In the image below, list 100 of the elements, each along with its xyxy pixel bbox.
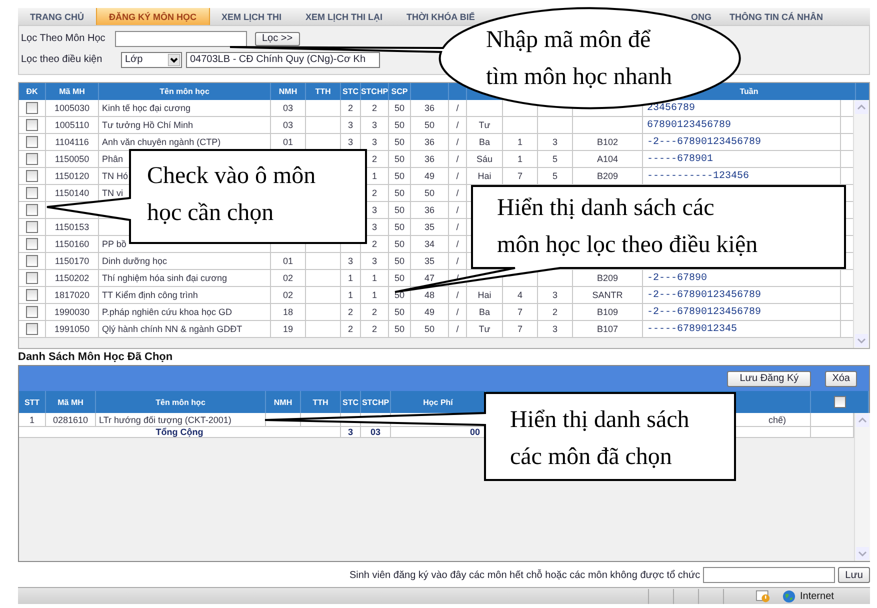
select-all-checkbox[interactable] [834, 396, 846, 408]
save-registration-button[interactable]: Lưu Đăng Ký [727, 370, 812, 386]
table-cell: 5 [538, 168, 573, 184]
checkbox[interactable] [26, 136, 38, 148]
table-cell: 34 [411, 236, 449, 252]
table-cell: 1 [503, 134, 538, 150]
checkbox[interactable] [26, 289, 38, 301]
table-cell: Ba [467, 304, 503, 320]
checkbox[interactable] [26, 187, 38, 199]
table-cell: 67890123456789 [643, 117, 841, 133]
table-cell: 1104116 [46, 134, 99, 150]
table-cell: / [449, 304, 467, 320]
checkbox[interactable] [26, 221, 38, 233]
condition-dropdown[interactable]: Lớp [121, 52, 182, 68]
table-cell: 2 [361, 100, 389, 116]
zone-label: Internet [800, 590, 834, 602]
table-cell: 1 [503, 151, 538, 167]
nav-tab[interactable]: TRANG CHỦ [18, 8, 96, 25]
table-cell: 36 [411, 100, 449, 116]
table-cell: 2 [341, 304, 361, 320]
save-button[interactable]: Lưu [838, 567, 870, 583]
table-cell: 2 [341, 100, 361, 116]
table-cell: Tư [467, 117, 503, 133]
total-label: Tổng Cộng [19, 427, 341, 437]
table-cell: 3 [538, 134, 573, 150]
nav-tab[interactable]: THỜI KHÓA BIỂ [394, 8, 487, 25]
checkbox[interactable] [26, 204, 38, 216]
table-cell: / [449, 219, 467, 235]
table-cell: 1150120 [46, 168, 99, 184]
table-cell: 01 [271, 253, 306, 269]
checkbox[interactable] [26, 238, 38, 250]
table-cell: / [449, 253, 467, 269]
table-cell: / [449, 117, 467, 133]
scrollbar[interactable] [853, 100, 869, 348]
table-cell: 2 [361, 304, 389, 320]
checkbox[interactable] [26, 323, 38, 335]
table-cell: 5 [538, 151, 573, 167]
warning-icon [756, 590, 770, 602]
nav-tab[interactable]: ONG [688, 8, 718, 25]
table-cell: 1991050 [46, 321, 99, 337]
table-cell: 1005030 [46, 100, 99, 116]
table-cell: 3 [361, 117, 389, 133]
nav-tab[interactable]: THÔNG TIN CÁ NHÂN [718, 8, 835, 25]
scrollbar[interactable] [854, 413, 870, 561]
table-cell: -----678901 [643, 151, 841, 167]
globe-icon [782, 590, 796, 602]
table-cell: 50 [389, 100, 411, 116]
table-cell: 35 [411, 219, 449, 235]
checkbox[interactable] [26, 153, 38, 165]
table-cell: 1 [19, 413, 46, 426]
table-cell: 1 [341, 287, 361, 303]
filter-label: Lọc theo điều kiện [21, 54, 104, 65]
checkbox[interactable] [26, 255, 38, 267]
table-cell: 0281610 [46, 413, 96, 426]
filter-button[interactable]: Lọc >> [255, 32, 300, 46]
subject-input[interactable] [115, 30, 247, 46]
table-cell: Ba [467, 134, 503, 150]
table-cell: 3 [341, 427, 361, 437]
table-cell: 1150170 [46, 253, 99, 269]
class-dropdown[interactable]: 04703LB - CĐ Chính Quy (CNg)-Cơ Kh [186, 52, 380, 68]
table-cell: 50 [389, 304, 411, 320]
caret-icon [168, 54, 180, 66]
section-title: Danh Sách Môn Học Đã Chọn [18, 351, 174, 364]
checkbox[interactable] [26, 119, 38, 131]
table-cell: Tư tưởng Hồ Chí Minh [99, 117, 271, 133]
table-cell: / [449, 100, 467, 116]
checkbox[interactable] [26, 170, 38, 182]
delete-button[interactable]: Xóa [825, 370, 857, 386]
table-cell: 36 [411, 202, 449, 218]
table-cell: SANTR [573, 287, 643, 303]
table-cell: Qlý hành chính NN & ngành GDĐT [99, 321, 271, 337]
table-cell: B109 [573, 304, 643, 320]
table-cell: 03 [361, 427, 391, 437]
table-cell: / [449, 321, 467, 337]
table-cell: B107 [573, 321, 643, 337]
table-cell: 02 [271, 270, 306, 286]
table-cell: B209 [573, 168, 643, 184]
nav-tab[interactable]: XEM LỊCH THI LẠI [294, 8, 394, 25]
table-cell: 1817020 [46, 287, 99, 303]
nav-tab[interactable]: ĐĂNG KÝ MÔN HỌC [96, 8, 210, 25]
table-cell: 19 [271, 321, 306, 337]
table-cell: / [449, 134, 467, 150]
checkbox[interactable] [26, 102, 38, 114]
table-cell: 36 [411, 134, 449, 150]
table-cell: 18 [271, 304, 306, 320]
checkbox[interactable] [26, 306, 38, 318]
table-cell: 50 [389, 253, 411, 269]
table-cell: 50 [389, 202, 411, 218]
table-cell: A104 [573, 151, 643, 167]
table-cell: 49 [411, 168, 449, 184]
checkbox[interactable] [26, 272, 38, 284]
table-cell: Hai [467, 168, 503, 184]
course-input[interactable] [703, 567, 836, 583]
nav-tab[interactable]: XEM LỊCH THI [210, 8, 294, 25]
note-text: Sinh viên đăng ký vào đây các môn hết chỗ hoặc các môn không được tổ chức [349, 570, 700, 580]
table-cell: 03 [271, 117, 306, 133]
table-cell: TT Kiểm định công trình [99, 287, 271, 303]
table-cell: Tư [467, 321, 503, 337]
table-cell: 1990030 [46, 304, 99, 320]
table-cell: B102 [573, 134, 643, 150]
